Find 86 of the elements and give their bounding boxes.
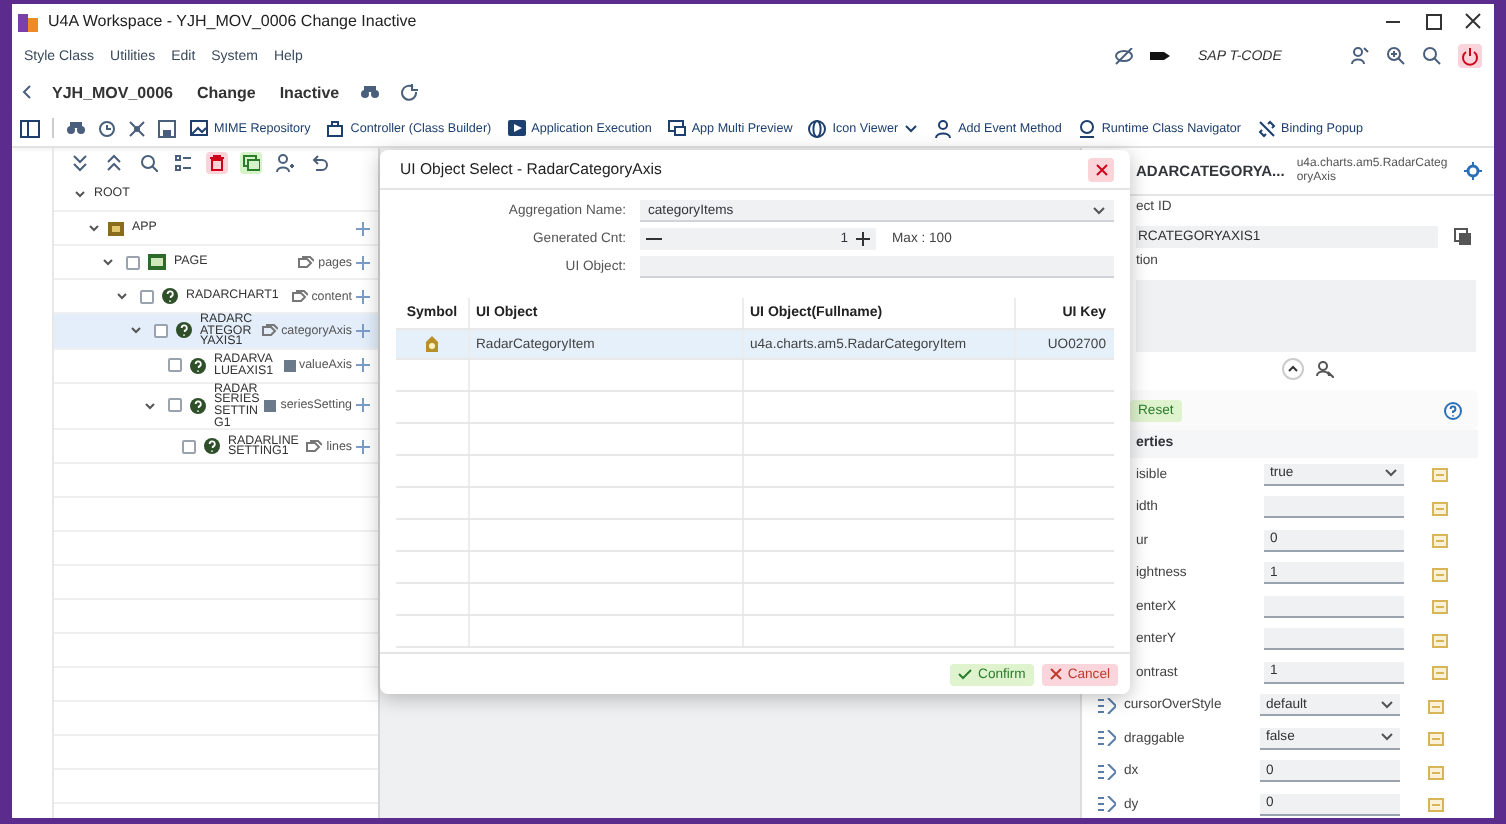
help-circle-icon — [176, 322, 192, 339]
tool-button[interactable] — [206, 152, 228, 174]
tags-icon — [306, 439, 323, 454]
help-circle-icon — [190, 397, 206, 414]
chevron-down-icon — [1384, 468, 1398, 479]
property-field[interactable] — [1264, 595, 1404, 618]
chevron-down-icon — [1380, 699, 1394, 710]
plus-icon — [856, 232, 870, 246]
check-icon — [958, 668, 973, 680]
person-icon — [934, 119, 953, 137]
add-icon[interactable] — [356, 358, 370, 373]
collapse-icon[interactable] — [1282, 357, 1304, 379]
panel-icon[interactable] — [20, 119, 40, 137]
add-icon[interactable] — [356, 323, 370, 338]
add-icon[interactable] — [356, 398, 370, 413]
binoculars-icon[interactable] — [66, 120, 86, 136]
help-circle-icon — [190, 357, 206, 374]
chevron-down-icon — [1380, 732, 1394, 743]
back-icon[interactable] — [20, 84, 32, 100]
search-icon[interactable] — [1422, 46, 1442, 66]
help-icon[interactable] — [1444, 401, 1462, 419]
chevron-down-icon[interactable] — [102, 256, 114, 268]
chevron-down-icon — [1092, 205, 1106, 215]
chevron-down-icon[interactable] — [74, 188, 86, 200]
search-icon[interactable] — [140, 154, 158, 172]
close-icon — [1049, 668, 1062, 680]
object-field[interactable] — [640, 256, 1114, 278]
save-icon[interactable] — [158, 119, 176, 137]
refresh-icon[interactable] — [399, 83, 420, 101]
clock-icon[interactable] — [98, 119, 116, 137]
list-icon[interactable] — [174, 154, 192, 172]
close-button[interactable] — [1088, 157, 1114, 181]
tags-icon — [291, 289, 308, 303]
tag-icon[interactable] — [1150, 48, 1170, 64]
square-icon — [264, 399, 277, 412]
cross-icon[interactable] — [128, 119, 146, 137]
description-field[interactable] — [1136, 280, 1476, 352]
add-icon[interactable] — [356, 439, 370, 454]
screens-icon — [667, 119, 686, 137]
app-icon — [108, 220, 124, 236]
minus-icon — [646, 236, 662, 242]
property-field[interactable] — [1264, 628, 1404, 651]
checkbox[interactable] — [126, 255, 140, 269]
square-icon — [283, 359, 296, 372]
add-icon[interactable] — [356, 255, 370, 269]
window-title: U4A Workspace - YJH_MOV_0006 Change Inactive — [48, 12, 417, 30]
page-icon — [148, 254, 166, 270]
help-circle-icon — [162, 288, 178, 304]
tags-icon — [298, 255, 315, 269]
power-icon[interactable] — [1458, 44, 1482, 68]
maximize-icon[interactable] — [1424, 13, 1442, 29]
close-icon — [1095, 163, 1107, 175]
globe-icon — [808, 119, 827, 137]
help-circle-icon — [204, 438, 220, 455]
mode-label: Change — [196, 83, 256, 101]
undo-icon[interactable] — [310, 154, 328, 172]
chevron-down-icon[interactable] — [130, 324, 142, 337]
chevron-down-icon[interactable] — [144, 399, 156, 412]
chevron-down-icon[interactable] — [116, 290, 128, 302]
tool-button[interactable] — [240, 152, 262, 174]
add-icon[interactable] — [356, 221, 370, 235]
program-name: YJH_MOV_0006 — [52, 83, 173, 101]
checkbox[interactable] — [182, 439, 196, 454]
people-icon[interactable] — [1350, 46, 1370, 66]
checkbox[interactable] — [154, 323, 168, 338]
image-icon — [190, 119, 208, 137]
play-icon — [507, 119, 526, 137]
checkbox[interactable] — [168, 358, 182, 373]
zoom-in-icon[interactable] — [1386, 46, 1406, 66]
tags-icon — [261, 323, 278, 338]
copy-icon[interactable] — [1454, 228, 1472, 246]
app-logo — [18, 11, 38, 31]
status-label: Inactive — [279, 83, 340, 101]
binoculars-icon[interactable] — [359, 84, 380, 100]
settings-icon[interactable] — [1464, 162, 1483, 180]
user-add-icon[interactable] — [276, 154, 294, 172]
eye-off-icon[interactable] — [1114, 47, 1134, 65]
checkbox[interactable] — [168, 398, 182, 413]
link-icon — [1257, 119, 1276, 137]
chevron-down-icon[interactable] — [88, 222, 100, 234]
close-icon[interactable] — [1464, 12, 1482, 30]
add-icon[interactable] — [356, 289, 370, 303]
expand-all-icon[interactable] — [72, 154, 90, 172]
checkbox[interactable] — [140, 289, 154, 303]
collapse-all-icon[interactable] — [106, 154, 124, 172]
property-field[interactable] — [1264, 496, 1404, 519]
